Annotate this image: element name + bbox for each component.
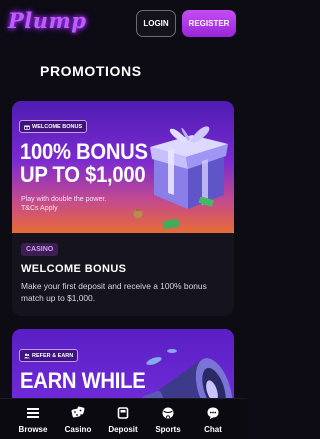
promo-headline-line: UP TO $1,000 xyxy=(20,162,146,187)
ball-icon xyxy=(162,407,174,419)
promo-subline-text: Play with double the power. xyxy=(21,196,107,203)
promo-title: WELCOME BONUS xyxy=(21,263,127,275)
nav-item-casino[interactable]: Casino xyxy=(55,403,101,437)
promo-tag: WELCOME BONUS xyxy=(19,120,88,133)
promo-tag-label: REFER & EARN xyxy=(32,352,74,359)
promo-banner: WELCOME BONUS 100% BONUS UP TO $1,000 Pl… xyxy=(12,101,234,233)
gift-box-illustration xyxy=(150,126,228,209)
page-title: PROMOTIONS xyxy=(40,63,142,79)
nav-item-chat[interactable]: Chat xyxy=(190,403,236,437)
category-badge: CASINO xyxy=(21,243,59,256)
terms-text: T&Cs Apply xyxy=(21,205,58,212)
cash-icon xyxy=(198,197,214,207)
nav-label: Casino xyxy=(64,425,92,434)
bottom-navigation: Browse Casino Deposit Sports Chat xyxy=(0,398,247,439)
nav-item-browse[interactable]: Browse xyxy=(10,403,56,437)
nav-item-deposit[interactable]: Deposit xyxy=(100,403,146,437)
nav-label: Browse xyxy=(18,425,48,434)
chat-bubble-icon xyxy=(207,407,219,419)
promo-headline-line: EARN WHILE xyxy=(20,368,146,393)
nav-label: Deposit xyxy=(108,425,138,434)
login-button[interactable]: LOGIN xyxy=(136,10,176,37)
dice-icon xyxy=(71,406,85,418)
people-icon xyxy=(24,353,30,358)
promo-card-welcome-bonus[interactable]: WELCOME BONUS 100% BONUS UP TO $1,000 Pl… xyxy=(12,101,234,316)
nav-item-sports[interactable]: Sports xyxy=(145,403,191,437)
promo-tag-label: WELCOME BONUS xyxy=(32,123,83,130)
promo-headline-line: 100% BONUS xyxy=(20,139,148,164)
promo-headline: EARN WHILE xyxy=(20,368,146,393)
wallet-icon xyxy=(117,407,129,419)
cash-icon xyxy=(162,219,180,229)
promo-tag: REFER & EARN xyxy=(19,349,79,362)
gift-icon xyxy=(24,125,30,130)
nav-label: Chat xyxy=(204,425,222,434)
app-header: Plump LOGIN REGISTER xyxy=(0,0,247,48)
promo-subline: Play with double the power. T&Cs Apply xyxy=(21,195,106,213)
promo-headline: 100% BONUS UP TO $1,000 xyxy=(20,140,148,186)
bag-icon xyxy=(133,208,143,219)
brand-logo[interactable]: Plump xyxy=(8,8,86,33)
promo-description: Make your first deposit and receive a 10… xyxy=(21,281,207,303)
menu-icon xyxy=(27,408,39,418)
register-button[interactable]: REGISTER xyxy=(182,10,236,37)
nav-label: Sports xyxy=(155,425,181,434)
